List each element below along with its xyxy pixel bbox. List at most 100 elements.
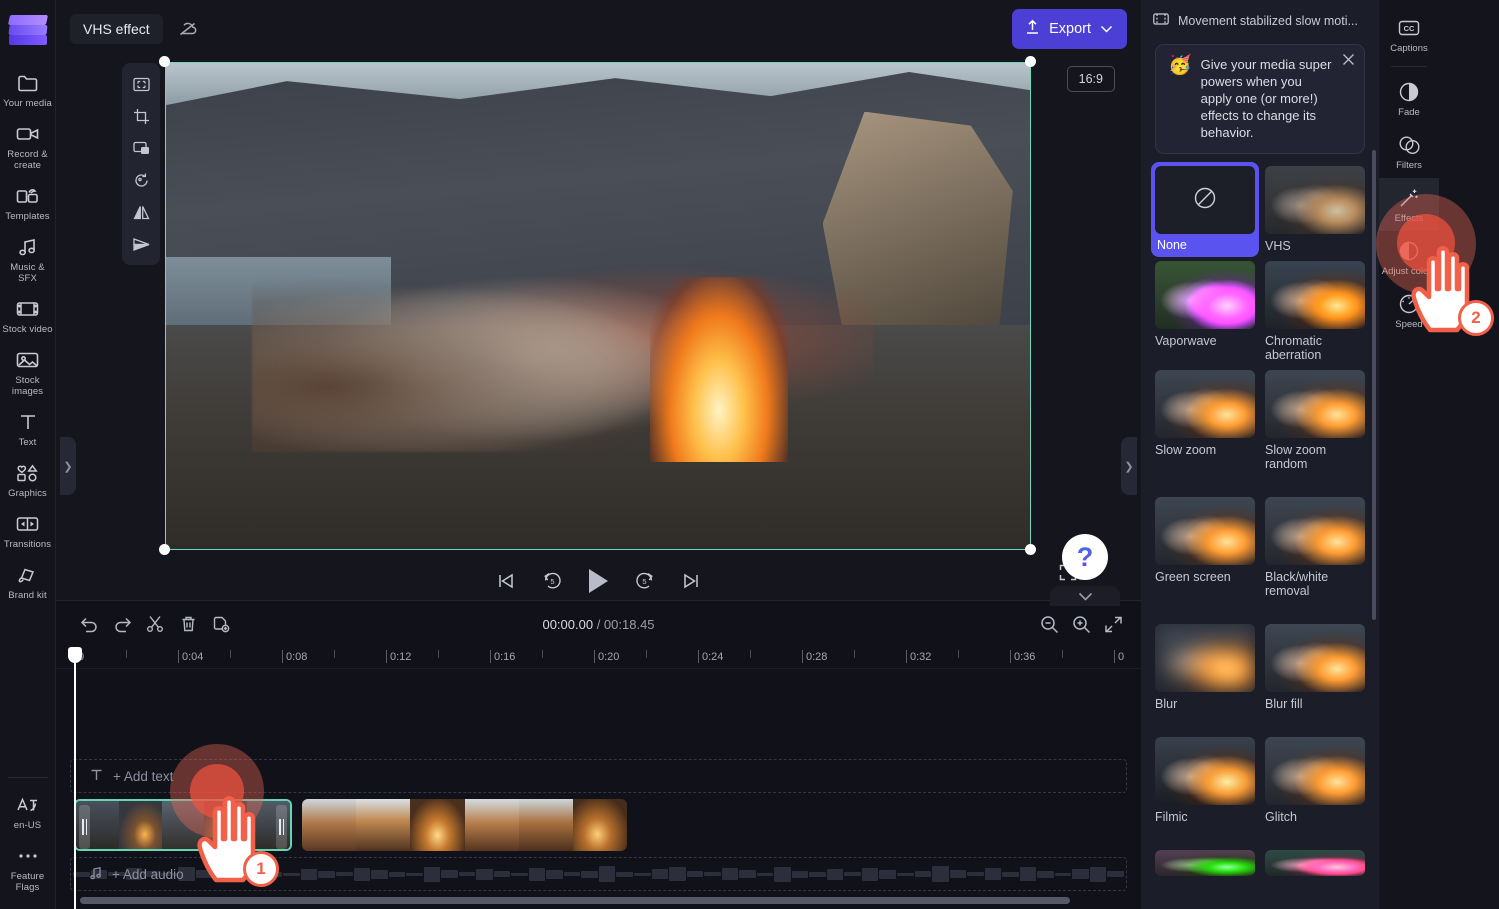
effect-option-blur-fill[interactable]: Blur fill [1265,624,1365,711]
trim-handle-left[interactable] [79,805,90,849]
effect-option-vhs[interactable]: VHS [1265,166,1365,253]
resize-handle-bottom-left[interactable] [159,544,170,555]
export-button[interactable]: Export [1012,9,1127,49]
collapse-right-panel-button[interactable]: ❯ [1121,437,1137,495]
play-button[interactable] [589,569,608,593]
sidebar-item-label: Stock images [11,375,44,397]
video-clip-2[interactable] [302,799,627,851]
trim-handle-right[interactable] [276,805,287,849]
properties-rail: CC Captions Fade Filters Effects Adjust … [1379,0,1499,909]
property-tab-filters[interactable]: Filters [1379,125,1439,178]
top-toolbar: VHS effect Export [56,0,1141,58]
flip-vertical-icon[interactable] [122,228,160,260]
sidebar-item-stock-images[interactable]: Stock images [0,341,56,403]
effects-panel-scrollbar[interactable] [1372,150,1376,620]
effect-option-vaporwave[interactable]: Vaporwave [1155,261,1255,362]
resize-handle-top-right[interactable] [1025,56,1036,67]
property-tab-label: Fade [1398,107,1420,118]
ruler-label: 0:16 [494,651,516,663]
sidebar-item-record-create[interactable]: Record & create [0,115,56,177]
effect-option-slow-zoom[interactable]: Slow zoom [1155,370,1255,471]
sidebar-item-feature-flags[interactable]: Feature Flags [0,837,56,899]
property-tab-effects[interactable]: Effects [1379,178,1439,231]
sidebar-item-language[interactable]: en-US [0,786,56,837]
sidebar-item-templates[interactable]: Templates [0,177,56,228]
resize-handle-top-left[interactable] [159,56,170,67]
crop-icon[interactable] [122,100,160,132]
sidebar-item-label: en-US [13,820,42,831]
video-canvas[interactable] [165,62,1031,550]
property-tab-captions[interactable]: CC Captions [1379,8,1439,61]
timeline-playhead[interactable] [68,647,82,909]
rewind-5-icon[interactable]: 5 [542,571,563,591]
sidebar-item-label: Feature Flags [10,871,45,893]
playback-controls: 5 5 [56,558,1141,604]
redo-icon[interactable] [107,609,137,639]
clip-thumbnails [76,801,290,849]
effect-option-green-screen[interactable]: Green screen [1155,497,1255,598]
skip-to-start-icon[interactable] [496,572,516,590]
effect-label: Black/white removal [1265,570,1329,598]
effect-thumbnail [1155,624,1255,692]
rotate-icon[interactable] [122,164,160,196]
timeline-horizontal-scrollbar[interactable] [80,897,1070,904]
sidebar-item-text[interactable]: Text [0,403,56,454]
fit-timeline-icon[interactable] [1104,615,1123,634]
sidebar-item-graphics[interactable]: Graphics [0,454,56,505]
timeline-ruler[interactable]: 0 0:04 0:08 0:12 0:16 0:20 0:24 0:28 0:3… [56,647,1141,669]
sidebar-item-music-sfx[interactable]: Music & SFX [0,228,56,290]
effect-option-none[interactable]: None [1151,162,1259,257]
video-track[interactable] [70,799,1127,851]
effect-option-chromatic-aberration[interactable]: Chromatic aberration [1265,261,1365,362]
scissors-icon[interactable] [140,609,170,639]
export-label: Export [1049,21,1091,37]
video-clip-selected[interactable] [74,799,292,851]
skip-to-end-icon[interactable] [681,572,701,590]
sidebar-item-transitions[interactable]: Transitions [0,505,56,556]
flip-horizontal-icon[interactable] [122,196,160,228]
svg-text:CC: CC [1404,24,1415,33]
picture-in-picture-icon[interactable] [122,132,160,164]
sidebar-item-brand-kit[interactable]: Brand kit [0,556,56,607]
effect-label: None [1157,238,1187,252]
upload-icon [1025,19,1040,39]
zoom-out-icon[interactable] [1040,615,1059,634]
zoom-in-icon[interactable] [1072,615,1091,634]
effect-thumbnail [1265,624,1365,692]
resize-handle-bottom-right[interactable] [1025,544,1036,555]
effect-option-slow-zoom-random[interactable]: Slow zoom random [1265,370,1365,471]
fit-to-screen-icon[interactable] [122,68,160,100]
ruler-label: 0:24 [702,651,724,663]
playhead-knob[interactable] [68,647,82,663]
effect-option-glitch[interactable]: Glitch [1265,737,1365,824]
effect-option-black-white-removal[interactable]: Black/white removal [1265,497,1365,598]
cloud-off-icon[interactable] [171,13,205,45]
sidebar-item-your-media[interactable]: Your media [0,64,56,115]
project-title-input[interactable]: VHS effect [70,14,163,44]
effect-option-next-1[interactable] [1155,850,1255,881]
effect-option-filmic[interactable]: Filmic [1155,737,1255,824]
audio-track[interactable]: + Add audio [70,857,1127,891]
text-track[interactable]: + Add text [70,759,1127,793]
sidebar-item-stock-video[interactable]: Stock video [0,290,56,341]
sidebar-item-label: Transitions [3,539,52,550]
forward-5-icon[interactable]: 5 [634,571,655,591]
close-icon[interactable] [1342,53,1355,70]
effect-thumbnail [1155,497,1255,565]
collapse-left-panel-button[interactable]: ❯ [60,437,76,495]
property-tab-fade[interactable]: Fade [1379,72,1439,125]
property-tab-adjust-colors[interactable]: Adjust colors [1379,231,1439,284]
aspect-ratio-button[interactable]: 16:9 [1066,66,1115,92]
folder-icon [16,72,40,94]
effect-option-next-2[interactable] [1265,850,1365,881]
effect-option-blur[interactable]: Blur [1155,624,1255,711]
tip-card: 🥳 Give your media super powers when you … [1155,44,1365,154]
trash-icon[interactable] [173,609,203,639]
timeline-collapse-button[interactable] [1050,586,1120,606]
effect-label: Blur fill [1265,697,1303,711]
property-tab-speed[interactable]: Speed [1379,284,1439,337]
duplicate-icon[interactable] [206,609,236,639]
help-button[interactable]: ? [1062,534,1108,580]
undo-icon[interactable] [74,609,104,639]
ruler-label: 0:04 [182,651,204,663]
